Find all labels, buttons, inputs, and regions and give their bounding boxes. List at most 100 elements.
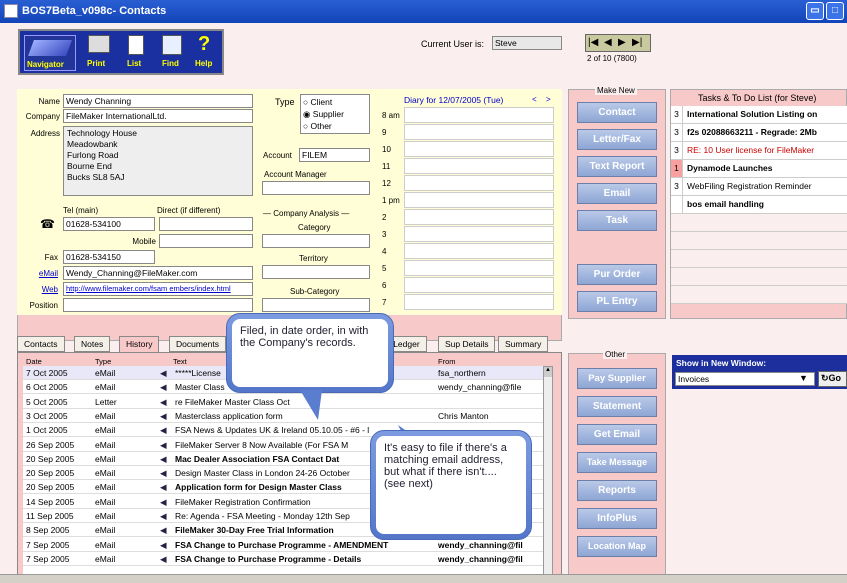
new-contact-button[interactable]: Contact [577, 102, 657, 123]
history-type-cell: eMail [95, 496, 116, 507]
tasks-list: 3 International Solution Listing on 3 f2s … [671, 106, 847, 318]
minimize-button[interactable]: ▭ [806, 2, 824, 20]
prev-record-icon[interactable]: ◀ [604, 37, 612, 48]
fax-field[interactable]: 01628-534150 [63, 250, 155, 264]
diary-slot[interactable] [404, 277, 554, 293]
diary-slot[interactable] [404, 158, 554, 174]
account-field[interactable]: FILEM [299, 148, 370, 162]
account-label: Account [263, 151, 292, 160]
task-item[interactable]: 3 WebFiling Registration Reminder [671, 178, 847, 196]
diary-slot[interactable] [404, 175, 554, 191]
territory-field[interactable] [262, 265, 370, 279]
tab-history[interactable]: History [119, 336, 160, 353]
diary-slot[interactable] [404, 141, 554, 157]
task-item[interactable]: 3 f2s 02088663211 - Regrade: 2Mb [671, 124, 847, 142]
task-item[interactable] [671, 268, 847, 286]
chevron-down-icon[interactable]: ▼ [799, 373, 808, 383]
name-field[interactable]: Wendy Channing [63, 94, 253, 108]
radio-other[interactable]: ○ Other [303, 121, 332, 131]
next-record-icon[interactable]: ▶ [618, 37, 626, 48]
tab-documents[interactable]: Documents [169, 336, 226, 352]
type-label: Type [275, 97, 295, 107]
take-message-button[interactable]: Take Message [577, 452, 657, 473]
show-window-select[interactable]: Invoices [675, 372, 815, 386]
first-record-icon[interactable]: |◀ [588, 37, 598, 48]
callout-filed-pointer [300, 390, 322, 420]
task-item[interactable] [671, 286, 847, 304]
scroll-up-icon[interactable]: ▲ [544, 367, 552, 377]
pay-supplier-button[interactable]: Pay Supplier [577, 368, 657, 389]
task-text: RE: 10 User license for FileMaker [687, 145, 815, 155]
new-pur-order-button[interactable]: Pur Order [577, 264, 657, 285]
radio-client[interactable]: ○ Client [303, 97, 332, 107]
tab-contacts[interactable]: Contacts [17, 336, 65, 352]
email-field[interactable]: Wendy_Channing@FileMaker.com [63, 266, 253, 280]
diary-hour: 7 [382, 298, 387, 307]
diary-slot[interactable] [404, 192, 554, 208]
web-link[interactable]: Web [20, 285, 58, 294]
speaker-icon: ◀ [160, 539, 167, 550]
task-item[interactable]: 3 RE: 10 User license for FileMaker [671, 142, 847, 160]
email-link[interactable]: eMail [20, 269, 58, 278]
diary-slot[interactable] [404, 260, 554, 276]
maximize-button[interactable]: □ [826, 2, 844, 20]
task-item[interactable]: 3 International Solution Listing on [671, 106, 847, 124]
statement-button[interactable]: Statement [577, 396, 657, 417]
account-manager-field[interactable] [262, 181, 370, 195]
diary-prev[interactable]: < [532, 95, 537, 104]
history-row[interactable]: 3 Oct 2005 eMail Masterclass application f… [23, 409, 543, 423]
diary-next[interactable]: > [546, 95, 551, 104]
make-new-title: Make New [595, 86, 637, 95]
new-task-button[interactable]: Task [577, 210, 657, 231]
radio-supplier[interactable]: ◉ Supplier [303, 109, 344, 120]
tab-sup-details[interactable]: Sup Details [438, 336, 496, 352]
question-mark-icon: ? [198, 33, 211, 55]
history-scrollbar[interactable]: ▲ [543, 366, 553, 580]
print-tool[interactable]: Print [84, 33, 114, 73]
history-row[interactable]: 7 Sep 2005 eMail FSA Change to Purchase Pr… [23, 552, 543, 566]
new-pl-entry-button[interactable]: PL Entry [577, 291, 657, 312]
task-item[interactable]: 1 Dynamode Launches [671, 160, 847, 178]
task-item[interactable] [671, 232, 847, 250]
get-email-button[interactable]: Get Email [577, 424, 657, 445]
go-button[interactable]: ↻Go [818, 371, 847, 387]
task-item[interactable] [671, 250, 847, 268]
new-letter-fax-button[interactable]: Letter/Fax [577, 129, 657, 150]
history-row[interactable]: 5 Oct 2005 Letter re FileMaker Master Clas… [23, 395, 543, 409]
diary-slot[interactable] [404, 226, 554, 242]
navigator-icon[interactable]: Navigator [24, 35, 76, 71]
position-field[interactable] [63, 298, 253, 312]
infoplus-button[interactable]: InfoPlus [577, 508, 657, 529]
task-item[interactable]: bos email handling [671, 196, 847, 214]
address-field[interactable]: Technology House Meadowbank Furlong Road… [63, 126, 253, 196]
history-from-cell: wendy_channing@fil [438, 539, 523, 550]
diary-slot[interactable] [404, 243, 554, 259]
help-tool[interactable]: ? Help [192, 33, 220, 73]
company-field[interactable]: FileMaker InternationalLtd. [63, 109, 253, 123]
tab-notes[interactable]: Notes [74, 336, 111, 352]
find-tool[interactable]: Find [158, 33, 186, 73]
subcategory-field[interactable] [262, 298, 370, 312]
history-date-cell: 3 Oct 2005 [26, 410, 68, 421]
tab-summary[interactable]: Summary [498, 336, 549, 352]
speaker-icon: ◀ [160, 382, 167, 393]
mobile-field[interactable] [159, 234, 253, 248]
direct-field[interactable] [159, 217, 253, 231]
web-field[interactable]: http://www.filemaker.com/fsam embers/ind… [63, 282, 253, 296]
history-type-cell: eMail [95, 525, 116, 536]
last-record-icon[interactable]: ▶| [632, 37, 642, 48]
new-text-report-button[interactable]: Text Report [577, 156, 657, 177]
category-field[interactable] [262, 234, 370, 248]
tel-main-field[interactable]: 01628-534100 [63, 217, 155, 231]
diary-slot[interactable] [404, 124, 554, 140]
history-date-cell: 1 Oct 2005 [26, 425, 68, 436]
diary-slot[interactable] [404, 209, 554, 225]
diary-slot[interactable] [404, 294, 554, 310]
list-tool[interactable]: List [122, 33, 150, 73]
diary-slot[interactable] [404, 107, 554, 123]
new-email-button[interactable]: Email [577, 183, 657, 204]
location-map-button[interactable]: Location Map [577, 536, 657, 557]
reports-button[interactable]: Reports [577, 480, 657, 501]
task-item[interactable] [671, 214, 847, 232]
task-priority [671, 196, 683, 213]
